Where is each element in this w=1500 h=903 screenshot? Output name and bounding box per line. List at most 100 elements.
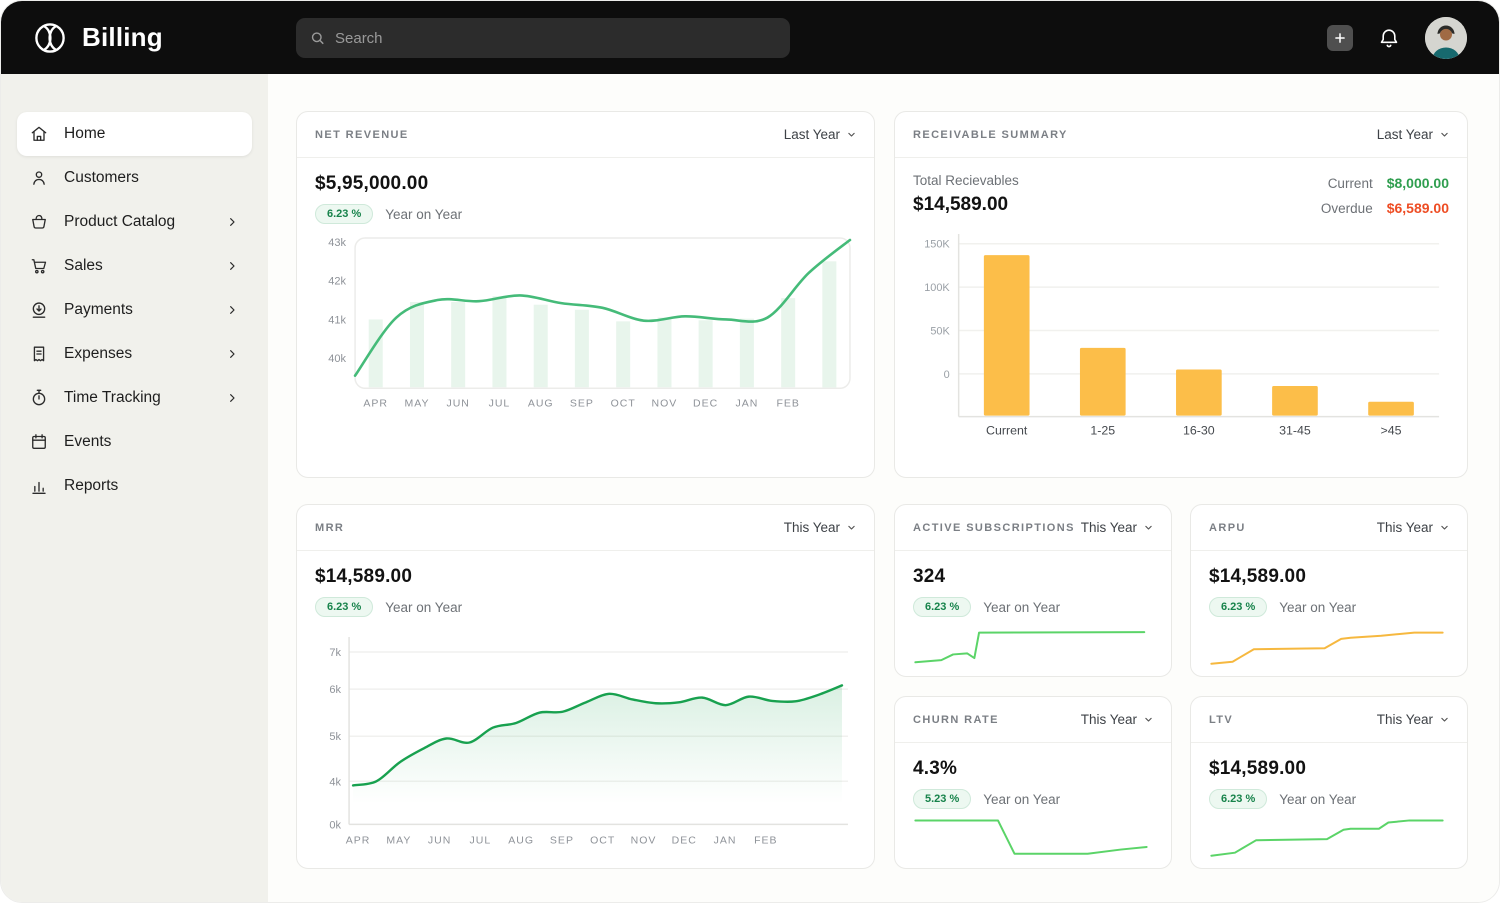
billing-logo-icon	[31, 19, 69, 57]
sidebar: Home Customers Product Catalog	[1, 74, 268, 903]
sidebar-item-payments[interactable]: Payments	[17, 288, 252, 332]
period-selector[interactable]: Last Year	[784, 127, 856, 142]
svg-text:NOV: NOV	[631, 834, 657, 846]
period-selector[interactable]: This Year	[1081, 712, 1153, 727]
svg-text:0k: 0k	[329, 819, 341, 831]
total-receivables-label: Total Recievables	[913, 173, 1019, 188]
chevron-down-icon	[1440, 130, 1449, 139]
svg-text:OCT: OCT	[590, 834, 615, 846]
card-ltv: LTV This Year $14,589.00 6.23 % Year on …	[1190, 696, 1468, 869]
notifications-button[interactable]	[1377, 26, 1401, 50]
svg-text:6k: 6k	[329, 684, 341, 696]
period-label: This Year	[1377, 520, 1433, 535]
yoy-label: Year on Year	[983, 792, 1060, 807]
search-bar[interactable]	[296, 18, 790, 58]
sidebar-item-label: Payments	[64, 301, 133, 319]
app-logo: Billing	[1, 19, 266, 57]
plus-icon	[1333, 31, 1347, 45]
svg-text:Current: Current	[986, 423, 1028, 437]
svg-text:DEC: DEC	[672, 834, 697, 846]
sidebar-item-label: Time Tracking	[64, 389, 161, 407]
svg-text:150K: 150K	[924, 239, 950, 251]
card-header: NET REVENUE Last Year	[297, 112, 874, 158]
period-selector[interactable]: Last Year	[1377, 127, 1449, 142]
yoy-label: Year on Year	[1279, 792, 1356, 807]
avatar[interactable]	[1425, 17, 1467, 59]
svg-text:5k: 5k	[329, 731, 341, 743]
chevron-right-icon	[224, 390, 240, 406]
net-revenue-chart: 40k41k42k43kAPRMAYJUNJULAUGSEPOCTNOVDECJ…	[315, 234, 856, 414]
period-label: This Year	[1377, 712, 1433, 727]
yoy-badge: 6.23 %	[913, 597, 971, 617]
yoy-badge: 6.23 %	[1209, 789, 1267, 809]
sidebar-item-label: Customers	[64, 169, 139, 187]
sidebar-item-reports[interactable]: Reports	[17, 464, 252, 508]
svg-text:APR: APR	[363, 397, 388, 409]
svg-text:42k: 42k	[328, 276, 346, 288]
chevron-right-icon	[224, 346, 240, 362]
basket-icon	[29, 212, 49, 232]
home-icon	[29, 124, 49, 144]
card-churn-rate: CHURN RATE This Year 4.3% 5.23 % Year on…	[894, 696, 1172, 869]
period-selector[interactable]: This Year	[1081, 520, 1153, 535]
active-subscriptions-value: 324	[913, 566, 1153, 588]
card-title: CHURN RATE	[913, 714, 999, 726]
sidebar-item-events[interactable]: Events	[17, 420, 252, 464]
svg-text:JUN: JUN	[446, 397, 469, 409]
svg-text:41k: 41k	[328, 314, 346, 326]
churn-rate-value: 4.3%	[913, 758, 1153, 780]
svg-text:NOV: NOV	[652, 397, 678, 409]
sidebar-item-time-tracking[interactable]: Time Tracking	[17, 376, 252, 420]
chevron-down-icon	[1440, 523, 1449, 532]
search-input[interactable]	[335, 30, 777, 47]
period-selector[interactable]: This Year	[1377, 520, 1449, 535]
yoy-badge: 5.23 %	[913, 789, 971, 809]
card-header: RECEIVABLE SUMMARY Last Year	[895, 112, 1467, 158]
svg-text:APR: APR	[346, 834, 371, 846]
add-button[interactable]	[1327, 25, 1353, 51]
main-content: NET REVENUE Last Year $5,95,000.00 6.23 …	[268, 74, 1500, 903]
period-label: Last Year	[784, 127, 840, 142]
stopwatch-icon	[29, 388, 49, 408]
bell-icon	[1377, 26, 1401, 50]
sidebar-item-label: Reports	[64, 477, 118, 495]
period-label: This Year	[1081, 520, 1137, 535]
period-label: Last Year	[1377, 127, 1433, 142]
svg-text:40k: 40k	[328, 353, 346, 365]
svg-text:FEB: FEB	[754, 834, 777, 846]
card-title: NET REVENUE	[315, 129, 409, 141]
chevron-down-icon	[847, 523, 856, 532]
period-selector[interactable]: This Year	[784, 520, 856, 535]
period-selector[interactable]: This Year	[1377, 712, 1449, 727]
svg-text:16-30: 16-30	[1183, 423, 1215, 437]
net-revenue-value: $5,95,000.00	[315, 173, 856, 195]
yoy-label: Year on Year	[385, 600, 462, 615]
active-subscriptions-sparkline	[913, 617, 1149, 669]
period-label: This Year	[784, 520, 840, 535]
card-title: LTV	[1209, 714, 1233, 726]
card-header: CHURN RATE This Year	[895, 697, 1171, 743]
sidebar-item-label: Product Catalog	[64, 213, 175, 231]
overdue-value: $6,589.00	[1387, 200, 1449, 216]
receipt-icon	[29, 344, 49, 364]
sidebar-item-sales[interactable]: Sales	[17, 244, 252, 288]
ltv-value: $14,589.00	[1209, 758, 1449, 780]
svg-text:JAN: JAN	[735, 397, 758, 409]
card-title: MRR	[315, 522, 344, 534]
card-active-subscriptions: ACTIVE SUBSCRIPTIONS This Year 324 6.23 …	[894, 504, 1172, 677]
card-title: RECEIVABLE SUMMARY	[913, 129, 1068, 141]
svg-text:43k: 43k	[328, 237, 346, 249]
sidebar-item-label: Sales	[64, 257, 103, 275]
card-receivable-summary: RECEIVABLE SUMMARY Last Year Total Recie…	[894, 111, 1468, 478]
svg-text:100K: 100K	[924, 282, 950, 294]
sidebar-item-product-catalog[interactable]: Product Catalog	[17, 200, 252, 244]
sidebar-item-customers[interactable]: Customers	[17, 156, 252, 200]
topbar: Billing	[1, 1, 1499, 74]
svg-text:50K: 50K	[930, 325, 950, 337]
card-title: ARPU	[1209, 522, 1246, 534]
chevron-down-icon	[1144, 523, 1153, 532]
card-arpu: ARPU This Year $14,589.00 6.23 % Year on…	[1190, 504, 1468, 677]
payment-icon	[29, 300, 49, 320]
sidebar-item-expenses[interactable]: Expenses	[17, 332, 252, 376]
sidebar-item-home[interactable]: Home	[17, 112, 252, 156]
